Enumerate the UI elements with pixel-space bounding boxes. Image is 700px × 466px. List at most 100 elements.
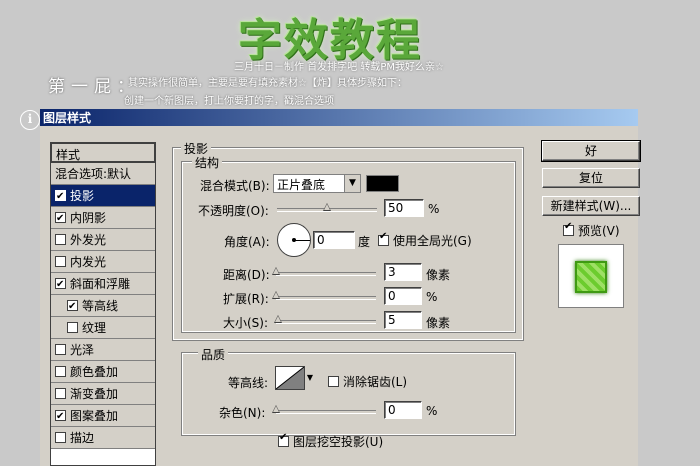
style-item-checkbox[interactable] bbox=[67, 296, 78, 318]
style-item-checkbox[interactable] bbox=[55, 344, 66, 355]
style-item[interactable]: 光泽 bbox=[51, 339, 155, 361]
style-preview bbox=[558, 244, 624, 308]
opacity-label: 不透明度(O): bbox=[198, 204, 269, 218]
style-item[interactable]: 内阴影 bbox=[51, 207, 155, 230]
style-item-label: 投影 bbox=[70, 188, 95, 203]
anti-alias-checkbox[interactable]: 消除锯齿(L) bbox=[328, 373, 407, 390]
global-light-label: 使用全局光(G) bbox=[393, 234, 472, 248]
quality-group bbox=[181, 352, 516, 436]
contour-picker[interactable] bbox=[275, 366, 305, 390]
spread-label: 扩展(R): bbox=[223, 292, 269, 306]
style-item-checkbox[interactable] bbox=[55, 208, 66, 230]
knockout-checkbox[interactable]: 图层挖空投影(U) bbox=[278, 432, 384, 450]
opacity-input[interactable]: 50 bbox=[384, 199, 424, 217]
noise-input[interactable]: 0 bbox=[384, 401, 422, 419]
blend-mode-value: 正片叠底 bbox=[277, 178, 326, 192]
style-item-label: 描边 bbox=[70, 430, 95, 445]
style-item[interactable]: 颜色叠加 bbox=[51, 361, 155, 383]
spread-input[interactable]: 0 bbox=[384, 287, 422, 305]
knockout-label: 图层挖空投影(U) bbox=[293, 435, 384, 449]
angle-label: 角度(A): bbox=[224, 235, 270, 249]
style-item-checkbox[interactable] bbox=[55, 366, 66, 377]
style-item[interactable]: 外发光 bbox=[51, 229, 155, 251]
dialog-titlebar[interactable]: 图层样式 bbox=[40, 109, 638, 126]
preview-box[interactable] bbox=[563, 221, 574, 236]
blend-options-label: 混合选项:默认 bbox=[55, 166, 132, 181]
opacity-unit: % bbox=[428, 202, 440, 216]
style-item[interactable]: 描边 bbox=[51, 427, 155, 449]
info-icon: i bbox=[20, 110, 40, 130]
style-item-checkbox[interactable] bbox=[55, 256, 66, 267]
style-item-checkbox[interactable] bbox=[55, 186, 66, 208]
size-slider[interactable] bbox=[274, 315, 376, 324]
style-item-label: 纹理 bbox=[82, 320, 107, 335]
style-item-checkbox[interactable] bbox=[55, 274, 66, 296]
ok-button[interactable]: 好 bbox=[541, 140, 641, 162]
noise-label: 杂色(N): bbox=[219, 406, 266, 420]
size-input[interactable]: 5 bbox=[384, 311, 422, 329]
quality-title: 品质 bbox=[198, 346, 229, 363]
styles-header[interactable]: 样式 bbox=[51, 143, 155, 163]
style-item-label: 颜色叠加 bbox=[70, 364, 119, 379]
style-item[interactable]: 斜面和浮雕 bbox=[51, 273, 155, 296]
style-item-checkbox[interactable] bbox=[55, 388, 66, 399]
style-item[interactable]: 内发光 bbox=[51, 251, 155, 273]
style-item-label: 图案叠加 bbox=[70, 408, 119, 423]
spread-unit: % bbox=[426, 290, 438, 304]
contour-chevron-down-icon[interactable]: ▼ bbox=[305, 366, 315, 390]
blend-mode-select[interactable]: 正片叠底 ▼ bbox=[273, 174, 361, 193]
intro-text-line2: 创建一个新图层，打上你要打的字，戳混合选项 bbox=[124, 96, 334, 107]
opacity-slider[interactable] bbox=[277, 203, 377, 212]
angle-dial-center bbox=[292, 238, 296, 242]
distance-input[interactable]: 3 bbox=[384, 263, 422, 281]
chevron-down-icon: ▼ bbox=[344, 175, 360, 192]
anti-alias-box[interactable] bbox=[328, 376, 339, 387]
style-item-checkbox[interactable] bbox=[55, 432, 66, 443]
size-slider-thumb[interactable] bbox=[274, 315, 282, 323]
layer-style-dialog: 图层样式 样式 混合选项:默认 投影内阴影外发光内发光斜面和浮雕等高线纹理光泽颜… bbox=[40, 109, 641, 466]
style-item-label: 内阴影 bbox=[70, 210, 107, 225]
style-item[interactable]: 等高线 bbox=[51, 295, 155, 318]
blend-options-item[interactable]: 混合选项:默认 bbox=[51, 163, 155, 185]
style-item[interactable]: 渐变叠加 bbox=[51, 383, 155, 405]
style-item-label: 渐变叠加 bbox=[70, 386, 119, 401]
noise-unit: % bbox=[426, 404, 438, 418]
global-light-checkbox[interactable]: 使用全局光(G) bbox=[378, 231, 472, 249]
style-item[interactable]: 纹理 bbox=[51, 317, 155, 339]
style-item-label: 内发光 bbox=[70, 254, 107, 269]
style-item-label: 等高线 bbox=[82, 298, 119, 313]
angle-unit: 度 bbox=[358, 235, 371, 249]
style-item-checkbox[interactable] bbox=[67, 322, 78, 333]
distance-slider-thumb[interactable] bbox=[272, 267, 280, 275]
style-item-label: 光泽 bbox=[70, 342, 95, 357]
size-label: 大小(S): bbox=[223, 316, 269, 330]
banner-credits: 三月十日－制作 首发排字吧 转载PM我好么亲☆ bbox=[234, 62, 444, 73]
style-item[interactable]: 图案叠加 bbox=[51, 405, 155, 428]
angle-dial-needle bbox=[294, 240, 310, 241]
angle-input[interactable]: 0 bbox=[313, 231, 355, 249]
anti-alias-label: 消除锯齿(L) bbox=[343, 375, 408, 389]
spread-slider-thumb[interactable] bbox=[272, 291, 280, 299]
preview-label: 预览(V) bbox=[578, 224, 620, 238]
distance-slider[interactable] bbox=[272, 267, 376, 276]
noise-slider[interactable] bbox=[272, 405, 376, 414]
style-item[interactable]: 投影 bbox=[51, 185, 155, 208]
styles-list: 样式 混合选项:默认 投影内阴影外发光内发光斜面和浮雕等高线纹理光泽颜色叠加渐变… bbox=[50, 142, 156, 466]
style-item-label: 斜面和浮雕 bbox=[70, 276, 131, 291]
spread-slider[interactable] bbox=[272, 291, 376, 300]
size-unit: 像素 bbox=[426, 316, 451, 330]
style-item-checkbox[interactable] bbox=[55, 406, 66, 428]
structure-title: 结构 bbox=[192, 154, 223, 171]
global-light-box[interactable] bbox=[378, 231, 389, 246]
intro-text-line1: 其实操作很简单，主要是要有填充素材☆【炸】具体步骤如下： bbox=[128, 78, 407, 89]
distance-label: 距离(D): bbox=[223, 268, 270, 282]
shadow-color-swatch[interactable] bbox=[366, 175, 399, 192]
style-item-checkbox[interactable] bbox=[55, 234, 66, 245]
opacity-slider-thumb[interactable] bbox=[323, 203, 331, 211]
reset-button[interactable]: 复位 bbox=[542, 168, 640, 188]
knockout-box[interactable] bbox=[278, 432, 289, 447]
noise-slider-thumb[interactable] bbox=[272, 405, 280, 413]
preview-checkbox[interactable]: 预览(V) bbox=[563, 221, 620, 239]
angle-dial[interactable] bbox=[277, 223, 311, 257]
new-style-button[interactable]: 新建样式(W)... bbox=[542, 196, 640, 216]
